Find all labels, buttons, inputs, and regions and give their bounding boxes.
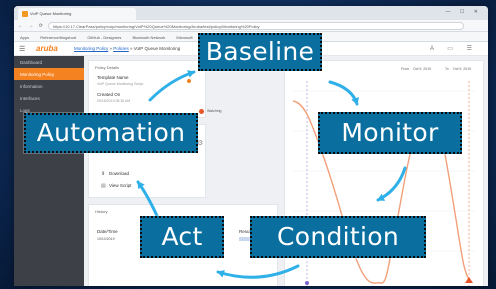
bookmark-item[interactable]: Microsoft (176, 35, 192, 40)
template-name-value: VoIP Queue Monitoring Script (97, 82, 144, 86)
tab-title: VoIP Queue Monitoring (30, 11, 72, 16)
view-script-icon: ▤ (101, 183, 106, 189)
breadcrumb: Monitoring Policy » Policies » VoIP Queu… (74, 46, 180, 51)
header-icons[interactable]: A ▭ ☰ (430, 45, 478, 52)
template-name-label: Template Name (97, 75, 129, 80)
callout-monitor: Monitor (317, 111, 463, 155)
policy-details-card: Policy Details Template Name VoIP Queue … (88, 60, 221, 118)
sidebar-item-dashboard[interactable]: Dashboard (14, 56, 84, 68)
sidebar-item-interfaces[interactable]: Interfaces (14, 92, 84, 104)
status-dot-icon (187, 79, 191, 83)
browser-tab[interactable]: VoIP Queue Monitoring (18, 8, 136, 20)
created-on-label: Created On (97, 92, 121, 97)
callout-automation: Automation (23, 112, 199, 154)
tab-strip: VoIP Queue Monitoring — ☐ ✕ (14, 6, 488, 20)
hamburger-menu-icon[interactable]: ☰ (19, 45, 25, 53)
date-value: 10/10/2019 (97, 237, 115, 241)
download-link[interactable]: Download (109, 171, 129, 176)
bookmark-item[interactable]: GitHub - Designers (87, 35, 121, 40)
callout-act: Act (139, 215, 225, 259)
bookmark-item[interactable]: Reference/blogshort (40, 35, 76, 40)
url-field[interactable]: https://10.17.ClearPass/policy/voip/moni… (48, 22, 464, 30)
callout-baseline: Baseline (197, 32, 323, 72)
alert-triangle-icon (465, 277, 473, 283)
breadcrumb-current: » VoIP Queue Monitoring (128, 46, 181, 51)
nav-arrows-icon[interactable]: ← → ⟳ (18, 23, 45, 29)
history-title: History (95, 209, 108, 214)
address-bar: ← → ⟳ https://10.17.ClearPass/policy/voi… (14, 20, 488, 32)
callout-condition: Condition (249, 215, 427, 259)
status-value: Watching (207, 109, 222, 113)
alert-dot-icon (199, 109, 204, 114)
view-script-link[interactable]: View Script (109, 183, 131, 188)
created-on-value: 09/18/2019 08:35 AM (97, 99, 131, 103)
bookmark-item[interactable]: Bluetooth Network (133, 35, 166, 40)
sidebar-item-information[interactable]: Information (14, 80, 84, 92)
card-title: Policy Details (95, 65, 120, 70)
date-time-header: Date/Time (97, 229, 118, 234)
download-icon: ⬇ (101, 171, 106, 177)
aruba-logo: aruba (36, 44, 58, 53)
bookmark-item[interactable]: Apps (20, 35, 29, 40)
sidebar-item-monitoring-policy[interactable]: Monitoring Policy (14, 68, 84, 80)
sidebar: Dashboard Monitoring Policy Information … (14, 56, 84, 286)
baseline-point-icon (305, 281, 309, 285)
window-controls[interactable]: — ☐ ✕ (446, 9, 482, 15)
favicon-icon (22, 11, 28, 17)
breadcrumb-link-monitoring[interactable]: Monitoring Policy (74, 46, 108, 51)
breadcrumb-link-policies[interactable]: Policies (113, 46, 129, 51)
